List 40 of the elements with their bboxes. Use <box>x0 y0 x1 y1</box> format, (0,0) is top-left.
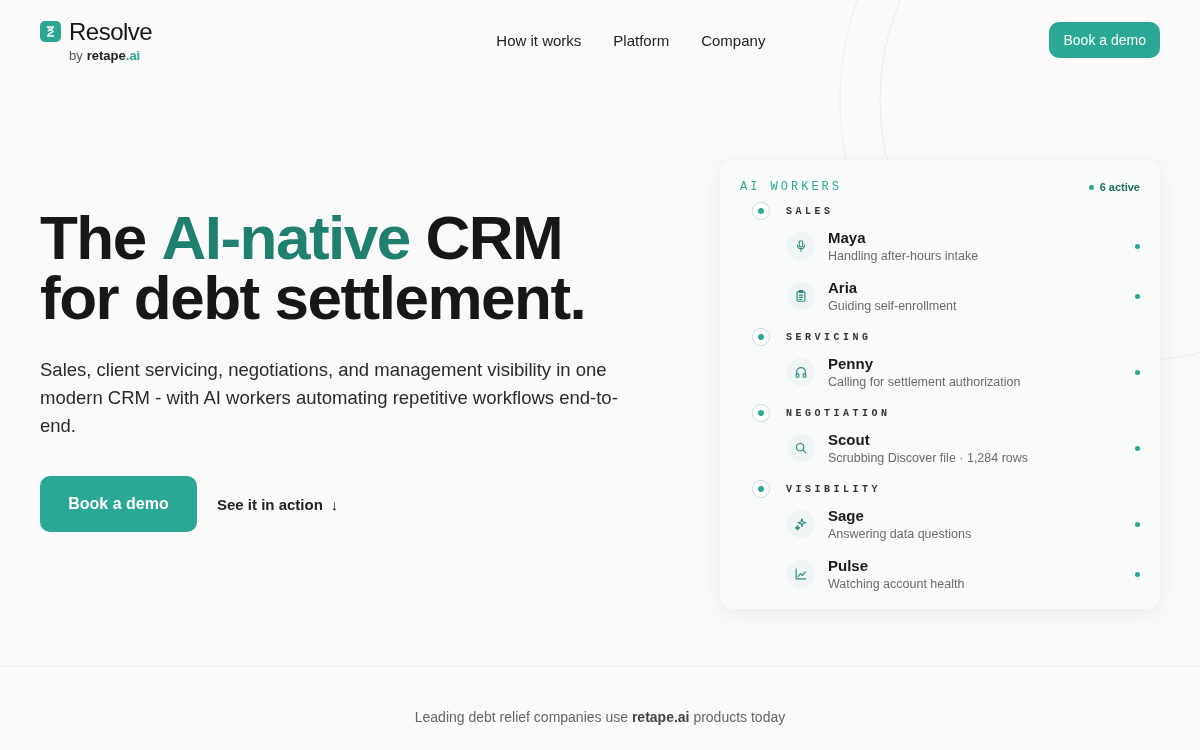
worker-task: Watching account health <box>828 577 966 591</box>
worker-task: Answering data questions <box>828 527 973 541</box>
worker-name: Aria <box>828 279 859 296</box>
worker-name: Scout <box>828 431 871 448</box>
section-marker-icon <box>752 202 770 220</box>
worker-name: Pulse <box>828 557 870 574</box>
section-marker-icon <box>752 328 770 346</box>
clipboard-icon <box>794 289 808 303</box>
status-dot <box>1088 184 1094 190</box>
byline-text: by <box>69 47 83 63</box>
hero-subtitle: Sales, client servicing, negotiations, and management visibility in one modern CRM - with AI workers automating repetitive workflows end-to-end. <box>40 358 619 438</box>
trust-text: Leading debt relief companies use retape.ai products today <box>413 709 787 725</box>
logo-wordmark[interactable]: Resolve <box>69 17 153 46</box>
search-icon <box>794 441 808 455</box>
section-label: SALES <box>786 205 834 217</box>
worker-task: Calling for settlement authorization <box>828 375 1022 389</box>
section-marker-icon <box>752 480 770 498</box>
hero-headline: The AI-native CRM for debt settlement. <box>40 208 587 328</box>
section-label: NEGOTIATION <box>786 407 891 419</box>
section-marker-icon <box>752 404 770 422</box>
logo-icon <box>40 21 61 42</box>
worker-name: Sage <box>828 507 865 524</box>
worker-task: Handling after-hours intake <box>828 249 980 263</box>
headphones-icon <box>794 365 808 379</box>
card-title: AI WORKERS <box>740 180 842 194</box>
microphone-icon <box>794 239 808 253</box>
nav-link[interactable]: How it works <box>496 31 582 49</box>
nav-link[interactable]: Platform <box>613 31 670 49</box>
section-label: VISIBILITY <box>786 483 881 495</box>
worker-name: Penny <box>828 355 874 372</box>
worker-name: Maya <box>828 229 867 246</box>
see-in-action-link[interactable]: See it in action ↓ <box>217 495 339 513</box>
sparkle-icon <box>794 517 808 531</box>
section-label: SERVICING <box>786 331 872 343</box>
worker-task: Scrubbing Discover file · 1,284 rows <box>828 451 1030 465</box>
line-chart-icon <box>794 567 808 581</box>
active-count: 6 active <box>1099 181 1140 193</box>
brand-name: retape.ai <box>86 47 141 63</box>
worker-task: Guiding self-enrollment <box>828 299 958 313</box>
nav-link[interactable]: Company <box>701 31 766 49</box>
